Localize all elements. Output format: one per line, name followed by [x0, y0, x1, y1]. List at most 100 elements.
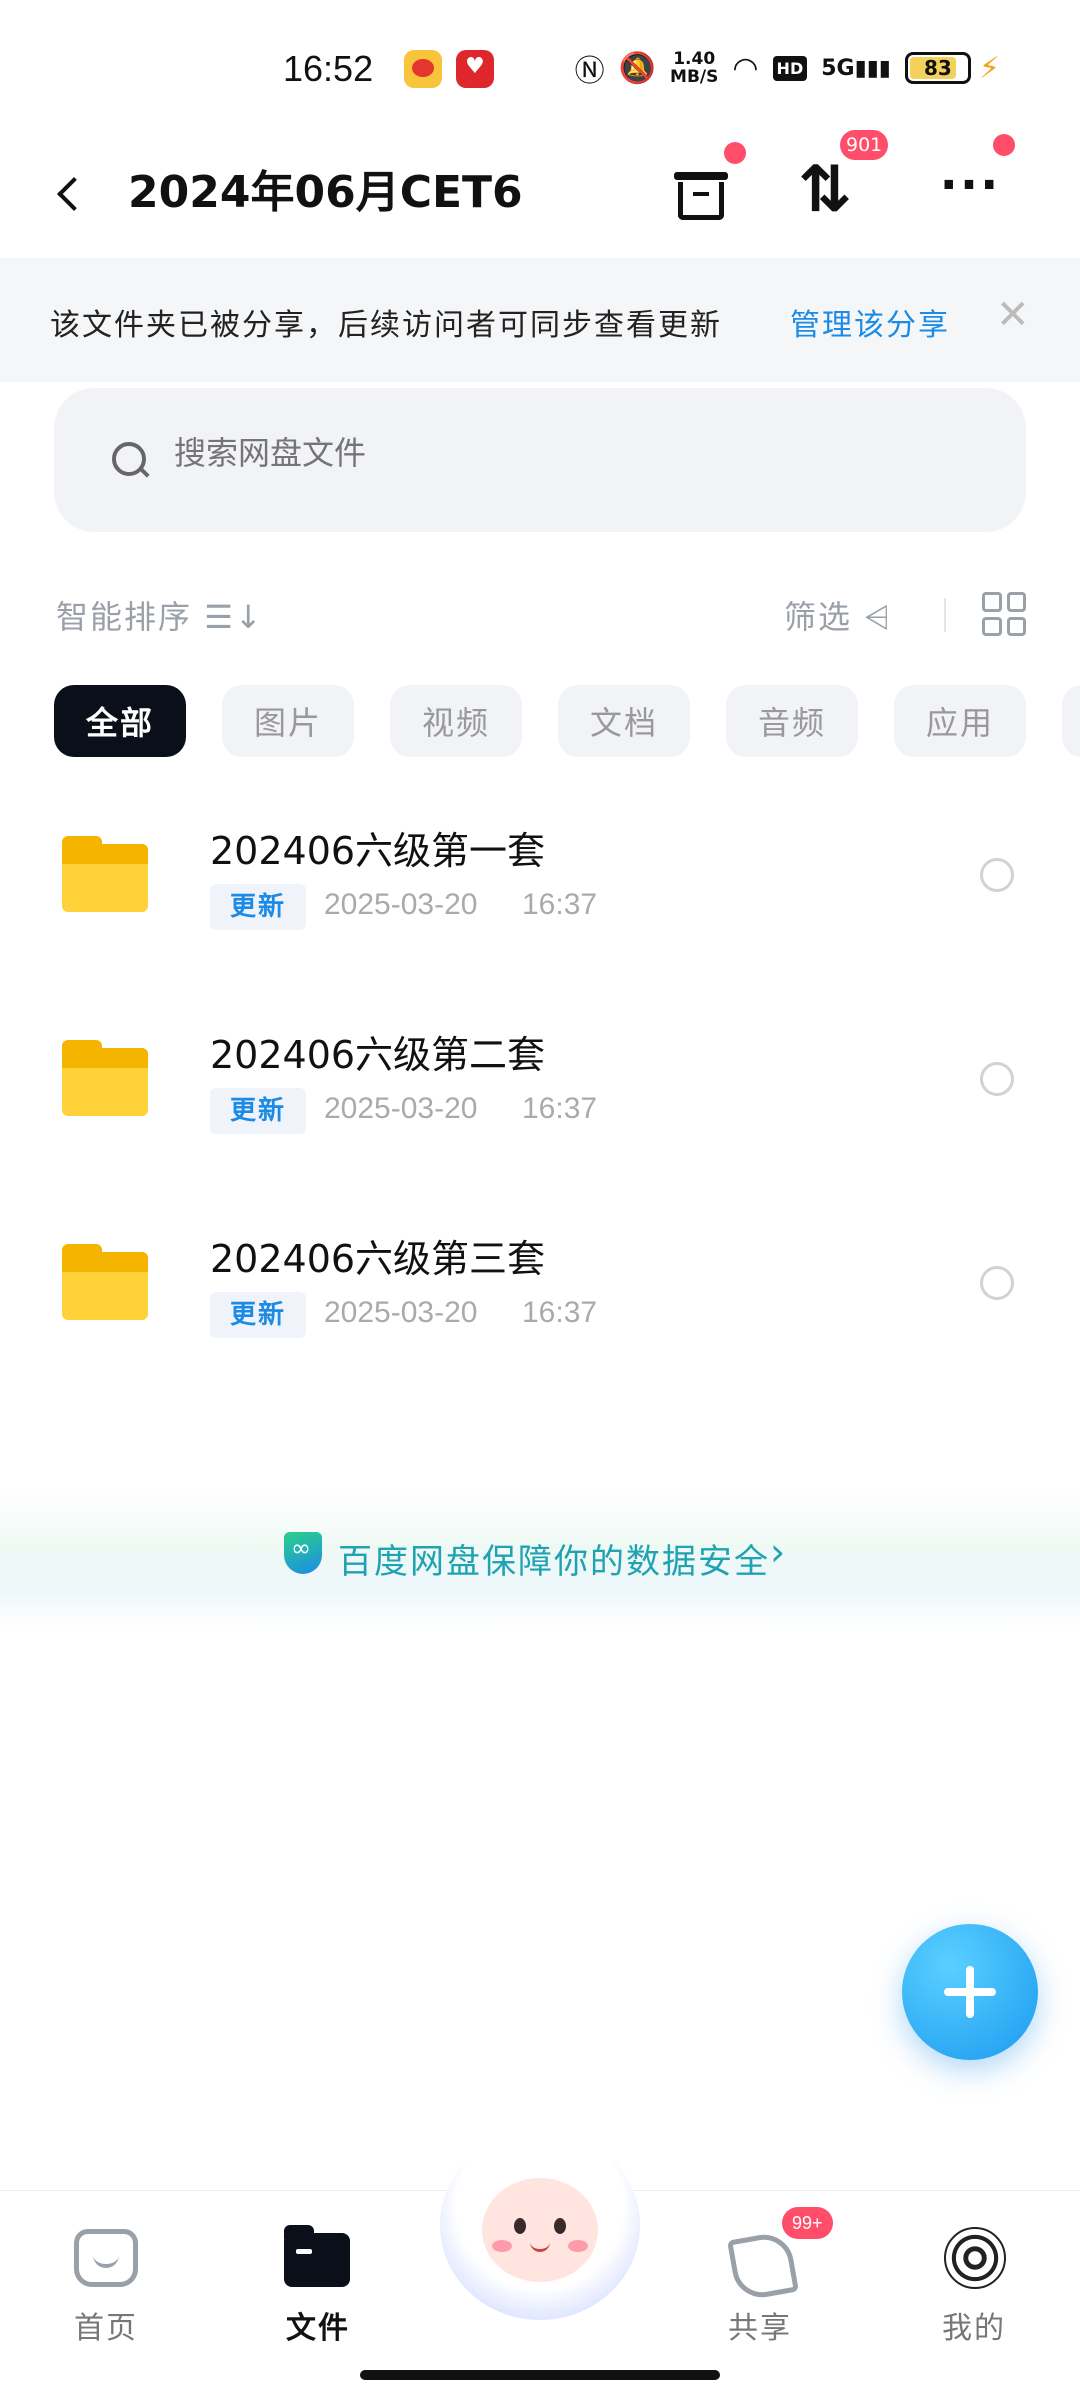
list-item[interactable]: 202406六级第二套 更新 2025-03-20 16:37	[0, 1004, 1080, 1208]
mascot-cheek	[492, 2240, 512, 2252]
file-time: 16:37	[522, 1296, 598, 1329]
grid-cell	[1006, 616, 1026, 636]
sort-filter-row: 智能排序 ☰↓ 筛选 ⩤	[0, 580, 1080, 650]
signal-icon: 5G▮▮▮	[821, 55, 891, 81]
page-title: 2024年06月CET6	[128, 167, 523, 218]
mascot-face	[482, 2178, 598, 2282]
update-tag: 更新	[210, 1088, 306, 1134]
nav-home-label: 首页	[74, 2311, 138, 2346]
mute-icon: 🔕	[618, 50, 657, 86]
transfer-button[interactable]: ⇅	[785, 150, 865, 230]
mascot-eye	[514, 2218, 526, 2234]
smart-sort-button[interactable]: 智能排序 ☰↓	[56, 592, 264, 638]
chip-more[interactable]	[1062, 685, 1080, 757]
more-red-dot	[993, 134, 1015, 156]
select-checkbox[interactable]	[980, 1062, 1014, 1096]
file-date: 2025-03-20	[324, 1092, 478, 1125]
list-item[interactable]: 202406六级第三套 更新 2025-03-20 16:37	[0, 1208, 1080, 1412]
net-speed-unit: MB/S	[670, 67, 719, 87]
file-date: 2025-03-20	[324, 888, 478, 921]
charging-icon: ⚡	[978, 50, 1000, 86]
file-time: 16:37	[522, 1092, 598, 1125]
search-box[interactable]	[54, 388, 1026, 532]
share-count-badge: 99+	[782, 2207, 833, 2239]
battery-icon: 83	[904, 52, 971, 84]
wifi-icon: ◠	[732, 50, 759, 86]
add-button[interactable]	[902, 1924, 1038, 2060]
back-button[interactable]	[48, 160, 98, 220]
header: 2024年06月CET6 ⇅ 901 ···	[0, 130, 1080, 250]
folder-icon	[62, 836, 148, 912]
archive-red-dot	[724, 142, 746, 164]
net-speed-value: 1.40	[673, 49, 716, 69]
chip-apps[interactable]: 应用	[894, 685, 1026, 757]
mascot-cheek	[568, 2240, 588, 2252]
grid-cell	[1006, 592, 1026, 612]
sort-icon: ☰↓	[204, 598, 264, 636]
status-icons: Ⓝ 🔕 1.40 MB/S ◠ HD 5G▮▮▮ 83 ⚡	[575, 46, 1000, 90]
status-bar: 16:52 Ⓝ 🔕 1.40 MB/S ◠ HD 5G▮▮▮ 83 ⚡	[0, 0, 1080, 130]
chip-videos[interactable]: 视频	[390, 685, 522, 757]
filter-icon: ⩤	[864, 598, 892, 636]
manage-share-link[interactable]: 管理该分享	[790, 300, 950, 344]
folder-icon	[62, 1040, 148, 1116]
nav-share-label: 共享	[728, 2311, 792, 2346]
file-list: 202406六级第一套 更新 2025-03-20 16:37 202406六级…	[0, 800, 1080, 1412]
chip-documents[interactable]: 文档	[558, 685, 690, 757]
list-item[interactable]: 202406六级第一套 更新 2025-03-20 16:37	[0, 800, 1080, 1004]
signal-label: 5G	[821, 55, 855, 81]
file-name: 202406六级第一套	[210, 829, 546, 873]
home-indicator	[360, 2370, 720, 2380]
pdd-icon	[456, 50, 494, 88]
category-chips: 全部 图片 视频 文档 音频 应用	[54, 685, 1080, 759]
nav-files[interactable]: 文件	[248, 2213, 388, 2346]
select-checkbox[interactable]	[980, 1266, 1014, 1300]
filter-label: 筛选	[784, 598, 853, 636]
transfer-count-badge: 901	[840, 130, 889, 160]
nav-mine-label: 我的	[942, 2311, 1006, 2346]
hd-badge: HD	[772, 55, 808, 81]
update-tag: 更新	[210, 1292, 306, 1338]
folder-icon	[62, 1244, 148, 1320]
shield-icon	[284, 1532, 322, 1574]
grid-view-icon[interactable]	[982, 592, 1026, 636]
select-checkbox[interactable]	[980, 858, 1014, 892]
status-time: 16:52	[283, 48, 374, 89]
net-speed: 1.40 MB/S	[670, 50, 718, 86]
paper-plane-icon	[728, 2227, 792, 2291]
archive-box-icon-lid	[674, 172, 728, 180]
file-date: 2025-03-20	[324, 1296, 478, 1329]
share-notice-bar: 该文件夹已被分享，后续访问者可同步查看更新 管理该分享 ✕	[0, 258, 1080, 382]
search-icon	[110, 440, 150, 480]
avatar	[944, 2227, 1006, 2289]
file-name: 202406六级第二套	[210, 1033, 546, 1077]
divider	[944, 598, 946, 632]
security-banner-text: 百度网盘保障你的数据安全	[338, 1542, 770, 1582]
weibo-icon	[404, 50, 442, 88]
nav-home[interactable]: 首页	[36, 2213, 176, 2346]
close-icon[interactable]: ✕	[996, 292, 1030, 338]
share-notice-text: 该文件夹已被分享，后续访问者可同步查看更新	[50, 308, 722, 343]
battery-level: 83	[924, 56, 952, 80]
grid-cell	[982, 616, 1002, 636]
archive-box-icon-handle	[693, 192, 709, 196]
grid-cell	[982, 592, 1002, 612]
chip-audio[interactable]: 音频	[726, 685, 858, 757]
archive-box-icon	[678, 182, 724, 220]
file-time: 16:37	[522, 888, 598, 921]
nfc-icon: Ⓝ	[574, 54, 605, 89]
filter-button[interactable]: 筛选 ⩤	[784, 592, 892, 638]
folder-nav-icon	[284, 2225, 350, 2287]
security-banner[interactable]: 百度网盘保障你的数据安全 ›	[0, 1490, 1080, 1630]
mascot-eye	[554, 2218, 566, 2234]
smart-sort-label: 智能排序	[56, 598, 193, 636]
more-button[interactable]: ···	[930, 150, 1010, 230]
file-name: 202406六级第三套	[210, 1237, 546, 1281]
search-input[interactable]	[174, 434, 974, 472]
nav-share[interactable]: 99+ 共享	[690, 2207, 833, 2346]
nav-mine[interactable]: 我的	[904, 2213, 1044, 2346]
mascot-button[interactable]	[430, 2130, 650, 2330]
chip-images[interactable]: 图片	[222, 685, 354, 757]
chip-all[interactable]: 全部	[54, 685, 186, 757]
home-icon	[74, 2229, 138, 2287]
